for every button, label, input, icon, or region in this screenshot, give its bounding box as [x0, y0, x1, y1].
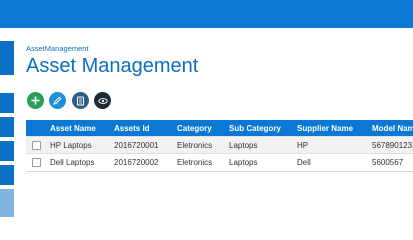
- row-checkbox[interactable]: [32, 140, 41, 150]
- supplier-name-cell: HP: [291, 136, 366, 154]
- table-header-row: Asset Name Assets Id Category Sub Catego…: [26, 120, 413, 137]
- page-title: Asset Management: [26, 55, 199, 77]
- breadcrumb[interactable]: AssetManagement: [26, 44, 89, 53]
- top-app-bar: [0, 0, 413, 28]
- model-name-cell: 5600567: [366, 153, 413, 170]
- pencil-icon: [53, 96, 62, 105]
- category-cell: Eletronics: [171, 153, 223, 170]
- select-column-header: [26, 120, 44, 137]
- trash-icon: [76, 96, 85, 106]
- eye-icon: [97, 97, 108, 104]
- sidebar-tile[interactable]: [0, 117, 14, 137]
- sub-category-cell: Laptops: [223, 136, 291, 154]
- row-checkbox[interactable]: [32, 157, 41, 167]
- table-row[interactable]: Dell Laptops 2016720002 Eletronics Lapto…: [26, 153, 413, 170]
- assets-id-cell: 2016720002: [108, 153, 171, 170]
- assets-id-cell: 2016720001: [108, 136, 171, 154]
- edit-button[interactable]: [49, 92, 66, 109]
- column-header[interactable]: Category: [171, 120, 223, 137]
- delete-button[interactable]: [72, 92, 89, 109]
- asset-table: Asset Name Assets Id Category Sub Catego…: [26, 120, 413, 170]
- add-button[interactable]: [27, 92, 44, 109]
- table-row[interactable]: HP Laptops 2016720001 Eletronics Laptops…: [26, 136, 413, 154]
- asset-name-cell: HP Laptops: [44, 136, 108, 154]
- plus-icon: [31, 96, 40, 105]
- column-header[interactable]: Model Name: [366, 120, 413, 137]
- row-select-cell: [26, 153, 44, 170]
- sidebar-tile[interactable]: [0, 165, 14, 185]
- sidebar-tile[interactable]: [0, 41, 14, 75]
- sidebar-tile[interactable]: [0, 141, 14, 161]
- sidebar-tile[interactable]: [0, 93, 14, 113]
- asset-name-cell: Dell Laptops: [44, 153, 108, 170]
- sidebar-tile[interactable]: [0, 189, 14, 217]
- category-cell: Eletronics: [171, 136, 223, 154]
- column-header[interactable]: Asset Name: [44, 120, 108, 137]
- sub-category-cell: Laptops: [223, 153, 291, 170]
- supplier-name-cell: Dell: [291, 153, 366, 170]
- model-name-cell: 567890123: [366, 136, 413, 154]
- column-header[interactable]: Sub Category: [223, 120, 291, 137]
- view-button[interactable]: [94, 92, 111, 109]
- table-bottom-border: [26, 171, 413, 172]
- row-select-cell: [26, 136, 44, 154]
- column-header[interactable]: Supplier Name: [291, 120, 366, 137]
- sidebar: [0, 41, 14, 217]
- column-header[interactable]: Assets Id: [108, 120, 171, 137]
